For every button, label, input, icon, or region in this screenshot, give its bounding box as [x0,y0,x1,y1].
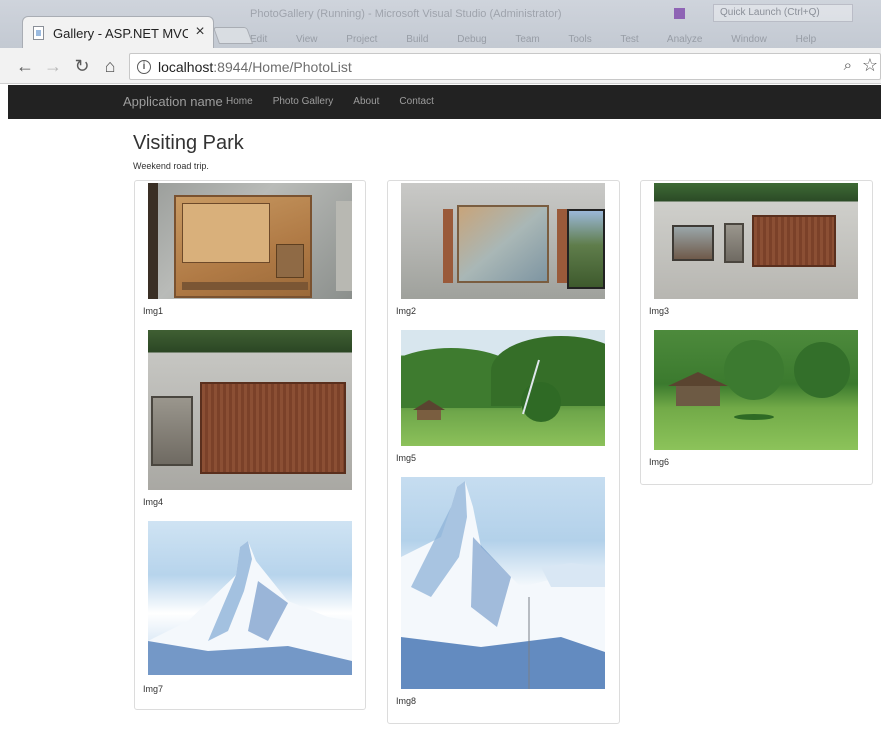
photo-card-img5[interactable]: Img5 [396,330,605,466]
photo-caption: Img5 [396,453,417,463]
zoom-icon[interactable]: ⌕ [844,57,852,74]
background-app-icon [674,8,685,19]
home-icon[interactable]: ⌂ [99,55,121,77]
nav-link-about[interactable]: About [353,96,379,107]
page-subtitle: Weekend road trip. [133,161,209,171]
site-navbar: Application name Home Photo Gallery Abou… [8,85,881,119]
photo-card-img2[interactable]: Img2 [396,183,605,316]
photo-img3[interactable] [654,183,858,299]
page-title: Visiting Park [133,132,244,154]
photo-card-img3[interactable]: Img3 [649,183,858,316]
background-menu: Edit View Project Build Debug Team Tools… [250,34,817,45]
nav-link-photo-gallery[interactable]: Photo Gallery [273,96,334,107]
tab-close-icon[interactable]: × [191,23,209,41]
nav-links: Home Photo Gallery About Contact [226,96,454,107]
page-viewport: Application name Home Photo Gallery Abou… [8,85,881,737]
photo-caption: Img3 [649,306,670,316]
browser-toolbar: ← → ↻ ⌂ i localhost:8944/Home/PhotoList … [0,48,881,84]
new-tab-button[interactable] [212,27,254,44]
photo-card-img6[interactable]: Img6 [649,330,858,470]
info-icon[interactable]: i [137,60,151,74]
photo-img1[interactable] [148,183,352,299]
nav-link-home[interactable]: Home [226,96,253,107]
star-icon[interactable]: ☆ [862,55,878,76]
photo-card-img4[interactable]: Img4 [143,330,352,507]
photo-caption: Img7 [143,684,164,694]
background-quick-launch: Quick Launch (Ctrl+Q) [713,4,853,22]
background-window-title: PhotoGallery (Running) - Microsoft Visua… [250,8,562,20]
nav-link-contact[interactable]: Contact [399,96,433,107]
photo-caption: Img8 [396,696,417,706]
page-favicon-icon [33,26,44,40]
reload-icon[interactable]: ↻ [71,55,93,77]
tab-title: Gallery - ASP.NET MVC T [53,26,188,41]
photo-card-img7[interactable]: Img7 [143,521,352,694]
photo-column-2: Img2 Img5 Img8 [387,180,620,724]
photo-img4[interactable] [148,330,352,490]
brand-link[interactable]: Application name [123,94,223,109]
photo-img6[interactable] [654,330,858,450]
photo-caption: Img1 [143,306,164,316]
window-titlebar: PhotoGallery (Running) - Microsoft Visua… [0,0,881,48]
photo-img8[interactable] [401,477,605,689]
arrow-right-icon[interactable]: → [42,55,64,77]
arrow-left-icon[interactable]: ← [14,55,36,77]
photo-img5[interactable] [401,330,605,446]
photo-caption: Img2 [396,306,417,316]
address-bar[interactable]: i localhost:8944/Home/PhotoList ⌕ ☆ [129,53,881,80]
photo-caption: Img6 [649,457,670,467]
photo-caption: Img4 [143,497,164,507]
photo-img2[interactable] [401,183,605,299]
url-text[interactable]: localhost:8944/Home/PhotoList [158,59,352,75]
photo-card-img1[interactable]: Img1 [143,183,352,316]
photo-column-3: Img3 Img6 [640,180,873,485]
photo-img7[interactable] [148,521,352,675]
photo-column-1: Img1 Img4 Img7 [134,180,366,710]
photo-card-img8[interactable]: Img8 [396,477,605,713]
browser-tab-gallery[interactable]: Gallery - ASP.NET MVC T × [22,16,214,48]
